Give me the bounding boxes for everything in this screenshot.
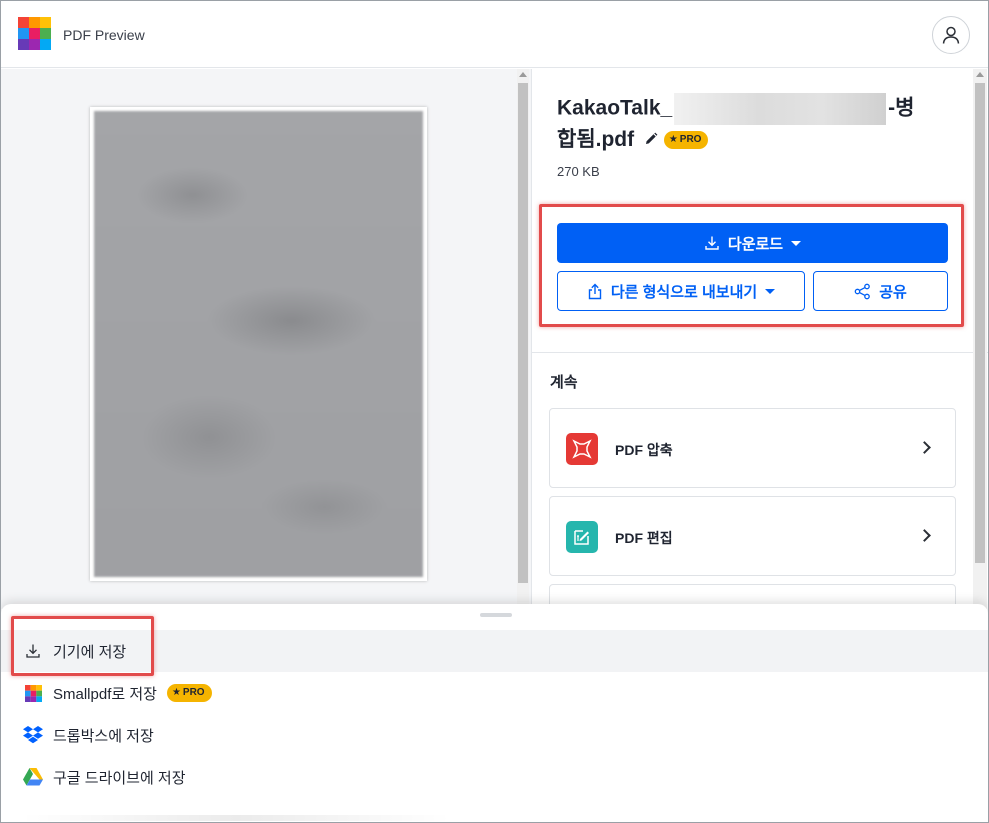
pro-badge: ★ PRO [663, 131, 709, 150]
tool-card-edit-pdf[interactable]: PDF 편집 [549, 496, 956, 576]
dropbox-icon [23, 725, 43, 745]
top-bar: PDF Preview [1, 1, 988, 68]
save-option-label: Smallpdf로 저장 [53, 685, 157, 703]
file-actions-panel: KakaoTalk_ -병합됨.pdf ★ PRO 270 KB 다운로드 다른 형… [531, 69, 988, 664]
tool-label: PDF 압축 [615, 442, 673, 458]
download-label: 다운로드 [727, 235, 784, 253]
download-button[interactable]: 다운로드 [557, 223, 948, 263]
section-divider [532, 352, 988, 353]
export-button[interactable]: 다른 형식으로 내보내기 [557, 271, 805, 311]
file-name: KakaoTalk_ -병합됨.pdf ★ PRO [557, 93, 917, 155]
star-icon: ★ [171, 687, 181, 698]
continue-section-title: 계속 [550, 374, 578, 391]
side-panel-scrollbar-thumb[interactable] [975, 83, 985, 563]
chevron-right-icon [918, 441, 931, 454]
app-title: PDF Preview [63, 27, 145, 43]
smallpdf-logo-icon [18, 17, 51, 50]
preview-scrollbar-thumb[interactable] [518, 83, 528, 583]
share-button[interactable]: 공유 [813, 271, 948, 311]
pdf-page-thumbnail [90, 107, 427, 581]
google-drive-icon [23, 767, 43, 787]
preview-scrollbar[interactable] [517, 69, 529, 609]
blurred-page-content [94, 111, 423, 577]
share-icon [854, 283, 871, 299]
save-to-dropbox-option[interactable]: 드롭박스에 저장 [1, 714, 988, 756]
save-option-label: 기기에 저장 [53, 643, 127, 661]
tool-card-compress-pdf[interactable]: PDF 압축 [549, 408, 956, 488]
save-options-sheet: 기기에 저장 Smallpdf로 저장 ★ PRO 드롭박스에 저장 구글 드라… [1, 604, 988, 822]
dropdown-caret-icon [791, 240, 802, 246]
pro-badge: ★ PRO [166, 684, 212, 702]
user-icon [942, 26, 960, 44]
pdf-preview-pane [1, 69, 531, 609]
save-option-label: 구글 드라이브에 저장 [53, 769, 186, 787]
tool-label: PDF 편집 [615, 530, 673, 546]
account-avatar-button[interactable] [932, 16, 970, 54]
file-size: 270 KB [557, 164, 600, 179]
compress-icon [566, 433, 598, 465]
side-panel-scrollbar[interactable] [973, 69, 987, 609]
download-icon [23, 641, 43, 661]
save-to-device-option[interactable]: 기기에 저장 [1, 630, 988, 672]
chevron-right-icon [918, 529, 931, 542]
scroll-up-arrow-icon[interactable] [976, 72, 984, 77]
app-window: PDF Preview KakaoTalk_ -병합됨.pdf ★ PRO 270 … [0, 0, 989, 823]
save-to-google-drive-option[interactable]: 구글 드라이브에 저장 [1, 756, 988, 798]
dropdown-caret-icon [765, 288, 776, 294]
export-label: 다른 형식으로 내보내기 [610, 283, 758, 301]
bottom-edge-shadow [21, 815, 451, 821]
redacted-file-name [674, 93, 887, 125]
file-name-prefix: KakaoTalk_ [557, 96, 673, 120]
scroll-up-arrow-icon[interactable] [519, 72, 527, 77]
save-option-label: 드롭박스에 저장 [53, 727, 154, 745]
export-icon [588, 283, 602, 299]
star-icon: ★ [668, 134, 678, 146]
rename-pencil-icon[interactable] [644, 125, 658, 155]
share-label: 공유 [879, 283, 907, 301]
download-icon [705, 236, 719, 250]
save-to-smallpdf-option[interactable]: Smallpdf로 저장 ★ PRO [1, 672, 988, 714]
smallpdf-logo-icon [23, 683, 43, 703]
sheet-drag-handle[interactable] [480, 613, 512, 617]
edit-pdf-icon [566, 521, 598, 553]
